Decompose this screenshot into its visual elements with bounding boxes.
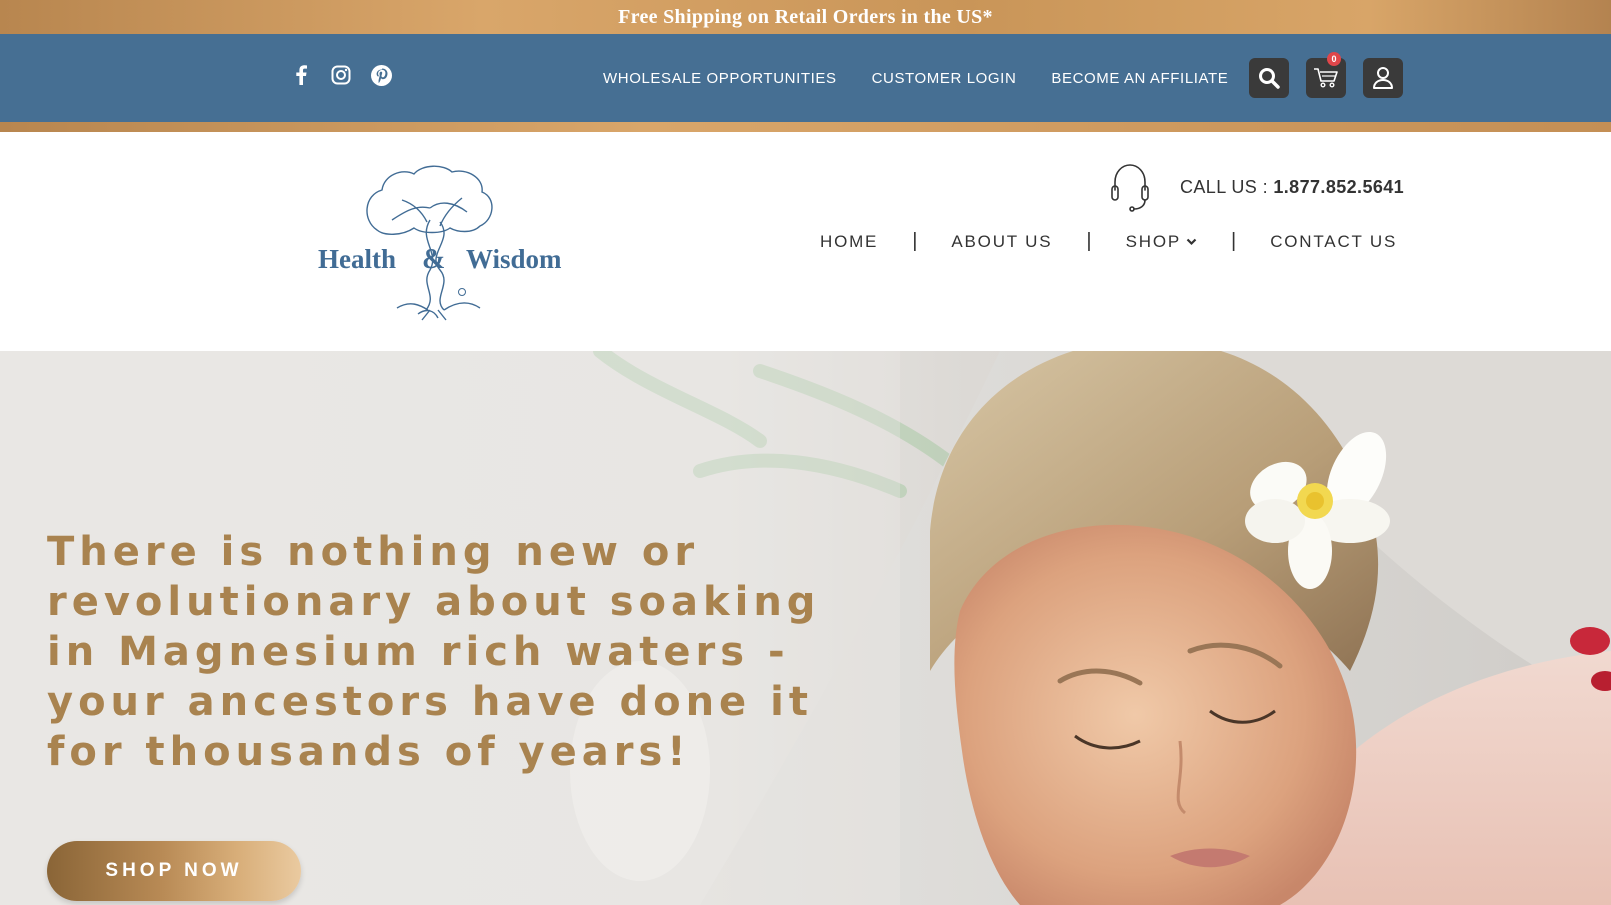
- nav-about-us[interactable]: ABOUT US: [951, 232, 1052, 252]
- nav-shop-label: SHOP: [1125, 231, 1181, 251]
- main-nav: HOME | ABOUT US | SHOP | CONTACT US: [820, 230, 1397, 253]
- nav-home[interactable]: HOME: [820, 232, 878, 252]
- phone-number[interactable]: 1.877.852.5641: [1273, 177, 1404, 197]
- shop-now-button[interactable]: SHOP NOW: [47, 841, 301, 901]
- nav-separator: |: [912, 230, 918, 252]
- logo-word-health: Health: [318, 244, 396, 274]
- promo-banner: Free Shipping on Retail Orders in the US…: [0, 0, 1611, 34]
- hero-headline: There is nothing new or revolutionary ab…: [47, 529, 821, 775]
- call-us-text: CALL US : 1.877.852.5641: [1180, 177, 1404, 198]
- cart-count-badge: 0: [1327, 52, 1341, 66]
- chevron-down-icon: [1186, 238, 1197, 245]
- search-icon: [1259, 68, 1280, 89]
- wholesale-link[interactable]: WHOLESALE OPPORTUNITIES: [603, 70, 837, 87]
- nav-separator: |: [1086, 230, 1092, 252]
- search-button[interactable]: [1249, 58, 1289, 98]
- logo-ampersand: &: [422, 244, 446, 275]
- top-bar-divider: [0, 122, 1611, 132]
- tree-icon: [366, 165, 493, 321]
- pinterest-icon[interactable]: [370, 64, 392, 86]
- cart-button[interactable]: 0: [1306, 52, 1346, 98]
- promo-text: Free Shipping on Retail Orders in the US…: [618, 5, 993, 28]
- nav-shop[interactable]: SHOP: [1126, 232, 1197, 252]
- instagram-icon[interactable]: [330, 64, 352, 86]
- site-logo[interactable]: Health & Wisdom: [318, 160, 572, 325]
- customer-login-link[interactable]: CUSTOMER LOGIN: [872, 70, 1017, 87]
- affiliate-link[interactable]: BECOME AN AFFILIATE: [1051, 70, 1228, 87]
- call-us-label: CALL US :: [1180, 176, 1274, 197]
- call-us: CALL US : 1.877.852.5641: [1110, 162, 1404, 212]
- hero-banner: There is nothing new or revolutionary ab…: [0, 351, 1611, 905]
- cart-icon: [1314, 68, 1338, 88]
- nav-separator: |: [1231, 230, 1237, 252]
- user-icon: [1373, 67, 1393, 89]
- nav-contact-us[interactable]: CONTACT US: [1270, 232, 1397, 252]
- top-links: WHOLESALE OPPORTUNITIES CUSTOMER LOGIN B…: [603, 70, 1228, 87]
- facebook-icon[interactable]: [290, 64, 312, 86]
- logo-word-wisdom: Wisdom: [466, 244, 562, 274]
- headset-icon: [1111, 164, 1149, 212]
- account-button[interactable]: [1363, 58, 1403, 98]
- social-links: [290, 64, 392, 86]
